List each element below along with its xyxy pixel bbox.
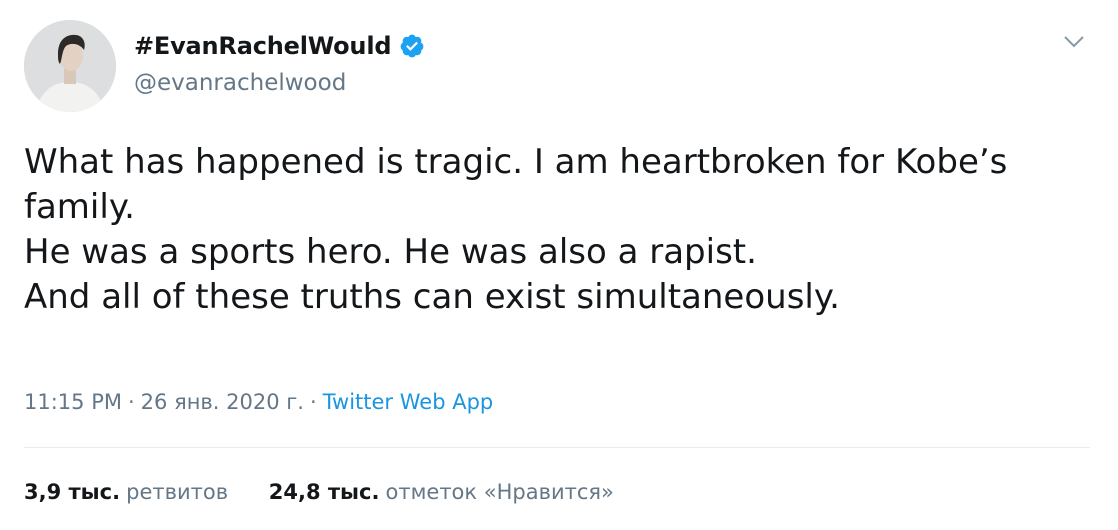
tweet-card: #EvanRachelWould @evanrachelwood What ha… bbox=[0, 0, 1118, 530]
divider bbox=[24, 447, 1090, 448]
tweet-text: What has happened is tragic. I am heartb… bbox=[24, 140, 1094, 320]
tweet-date[interactable]: 26 янв. 2020 г. bbox=[141, 390, 304, 414]
verified-badge-icon bbox=[399, 33, 425, 59]
tweet-line: He was a sports hero. He was also a rapi… bbox=[24, 232, 757, 272]
retweets-label: ретвитов bbox=[126, 480, 229, 504]
tweet-source-link[interactable]: Twitter Web App bbox=[323, 390, 494, 414]
author-handle[interactable]: @evanrachelwood bbox=[134, 70, 346, 96]
tweet-stats: 3,9 тыс. ретвитов 24,8 тыс. отметок «Нрави… bbox=[24, 480, 648, 504]
likes-count: 24,8 тыс. bbox=[268, 480, 380, 504]
avatar-image bbox=[24, 20, 116, 112]
meta-separator: · bbox=[310, 390, 317, 414]
likes-stat[interactable]: 24,8 тыс. отметок «Нравится» bbox=[269, 480, 614, 504]
tweet-meta: 11:15 PM · 26 янв. 2020 г. · Twitter Web App bbox=[24, 390, 493, 414]
tweet-line: What has happened is tragic. I am heartb… bbox=[24, 142, 1008, 227]
author-name-row: #EvanRachelWould bbox=[134, 32, 425, 60]
avatar[interactable] bbox=[24, 20, 116, 112]
display-name[interactable]: #EvanRachelWould bbox=[134, 32, 392, 60]
meta-separator: · bbox=[127, 390, 135, 414]
chevron-down-icon[interactable] bbox=[1062, 34, 1086, 50]
retweets-stat[interactable]: 3,9 тыс. ретвитов bbox=[24, 480, 228, 504]
tweet-line: And all of these truths can exist simult… bbox=[24, 277, 840, 317]
likes-label: отметок «Нравится» bbox=[385, 480, 614, 504]
tweet-time[interactable]: 11:15 PM bbox=[24, 390, 122, 414]
retweets-count: 3,9 тыс. bbox=[24, 480, 121, 504]
